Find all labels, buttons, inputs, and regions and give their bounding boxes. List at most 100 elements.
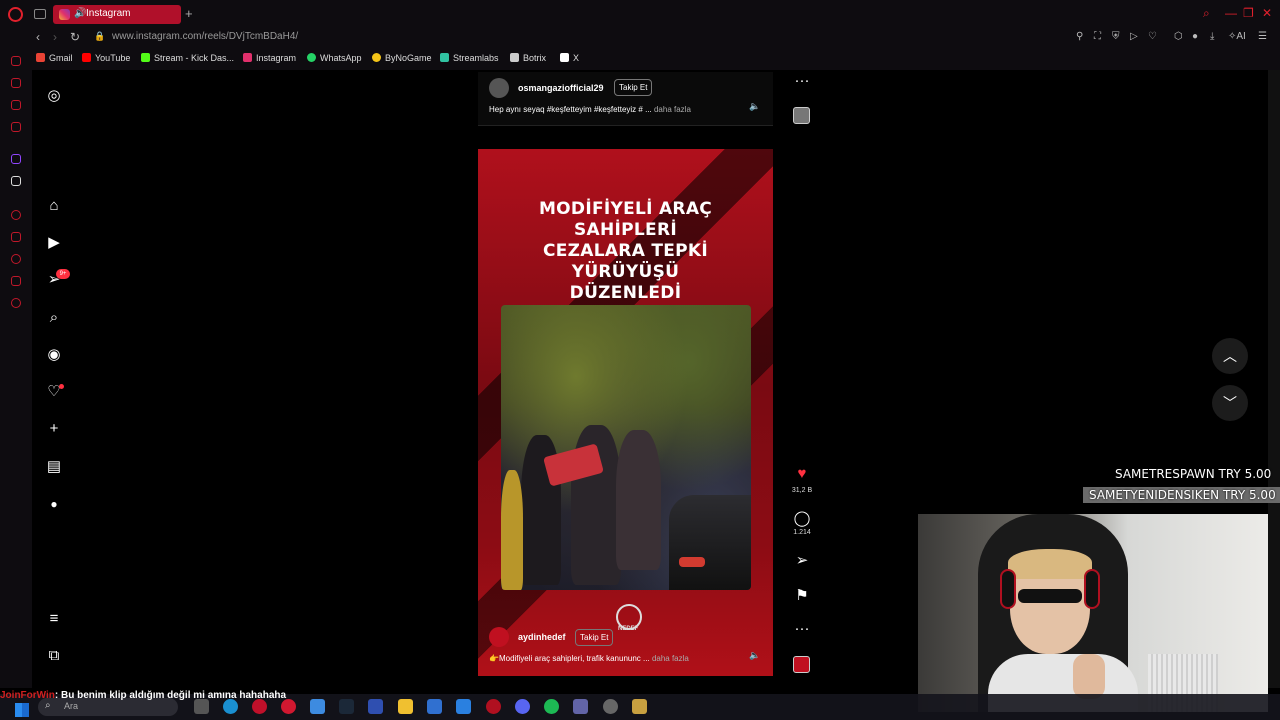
store-icon[interactable] xyxy=(427,699,442,714)
bookmark-instagram[interactable]: Instagram xyxy=(243,53,296,63)
start-menu-icon[interactable] xyxy=(15,703,29,717)
url-field[interactable]: www.instagram.com/reels/DVjTcmBDaH4/ xyxy=(112,31,298,42)
instagram-logo-icon[interactable]: ◎ xyxy=(46,88,62,104)
download-icon[interactable]: ⤓ xyxy=(1210,31,1214,42)
x-sidebar-icon[interactable] xyxy=(11,176,21,186)
bookmark-gmail[interactable]: Gmail xyxy=(36,53,73,63)
app-icon[interactable] xyxy=(368,699,383,714)
sunglasses xyxy=(1018,589,1082,603)
previous-reel-button[interactable]: ︿ xyxy=(1212,338,1248,374)
discord-icon[interactable] xyxy=(515,699,530,714)
hand xyxy=(1073,654,1105,699)
avatar[interactable] xyxy=(489,627,509,647)
extensions-icon[interactable]: ⬡ xyxy=(1174,31,1183,42)
search-tabs-icon[interactable]: ⌕ xyxy=(1203,6,1210,21)
back-icon[interactable]: ‹ xyxy=(36,30,40,44)
username[interactable]: osmangaziofficial29 xyxy=(518,83,604,93)
share-icon[interactable]: ➢ xyxy=(793,551,811,569)
file-explorer-icon[interactable] xyxy=(398,699,413,714)
sidebar-app-icon[interactable] xyxy=(11,210,21,220)
bookmark-kick[interactable]: Stream - Kick Das... xyxy=(141,53,234,63)
follow-button[interactable]: Takip Et xyxy=(614,79,653,96)
ai-icon[interactable]: ✧AI xyxy=(1228,31,1246,42)
profile-icon[interactable]: ● xyxy=(1192,31,1198,42)
teams-icon[interactable] xyxy=(573,699,588,714)
opera-icon[interactable] xyxy=(281,699,296,714)
forward-icon[interactable]: › xyxy=(53,30,57,44)
bookmark-streamlabs[interactable]: Streamlabs xyxy=(440,53,499,63)
new-tab-icon[interactable]: + xyxy=(185,6,193,21)
task-view-icon[interactable] xyxy=(194,699,209,714)
sidebar-app-icon[interactable] xyxy=(11,56,21,66)
shield-icon[interactable]: ⛨ xyxy=(1112,31,1120,42)
more-link[interactable]: daha fazla xyxy=(654,105,691,114)
play-icon[interactable]: ▷ xyxy=(1130,31,1138,42)
spotify-icon[interactable] xyxy=(544,699,559,714)
follow-button[interactable]: Takip Et xyxy=(575,629,614,646)
tab-islands-icon[interactable] xyxy=(34,9,46,19)
audio-thumbnail[interactable] xyxy=(793,656,810,673)
more-options-icon[interactable]: ··· xyxy=(793,620,811,637)
bookmark-youtube[interactable]: YouTube xyxy=(82,53,130,63)
home-icon[interactable]: ⌂ xyxy=(46,198,62,214)
save-bookmark-icon[interactable]: ⚑ xyxy=(793,586,811,604)
sidebar-app-icon[interactable] xyxy=(11,100,21,110)
sidebar-app-icon[interactable] xyxy=(11,232,21,242)
app-icon[interactable] xyxy=(456,699,471,714)
history-icon[interactable] xyxy=(11,254,21,264)
more-menu-icon[interactable]: ≡ xyxy=(46,611,62,627)
app-icon[interactable] xyxy=(486,699,501,714)
bookmark-x[interactable]: X xyxy=(560,53,579,63)
reel-video[interactable]: MODİFİYELİ ARAÇ SAHİPLERİ CEZALARA TEPKİ… xyxy=(478,149,773,676)
minimize-icon[interactable]: — xyxy=(1225,6,1237,20)
instagram-nav xyxy=(32,70,76,688)
heart-icon[interactable]: ♡ xyxy=(1148,31,1157,42)
dashboard-icon[interactable]: ▤ xyxy=(46,459,62,475)
comment-icon[interactable]: ◯ xyxy=(793,509,811,527)
bookmark-bynogame[interactable]: ByNoGame xyxy=(372,53,432,63)
username[interactable]: aydinhedef xyxy=(518,632,566,642)
explore-icon[interactable]: ◉ xyxy=(46,347,62,363)
sidebar-app-icon[interactable] xyxy=(11,78,21,88)
snapshot-icon[interactable]: ⛶ xyxy=(1094,31,1101,42)
bookmark-whatsapp[interactable]: WhatsApp xyxy=(307,53,362,63)
scrollbar[interactable] xyxy=(1268,70,1280,688)
reels-icon[interactable]: ▶ xyxy=(46,235,62,251)
opera-logo-icon[interactable] xyxy=(8,7,23,22)
pin-icon[interactable]: ⚲ xyxy=(1076,31,1083,42)
mute-icon[interactable]: 🔈 xyxy=(749,101,760,112)
mute-icon[interactable]: 🔈 xyxy=(749,650,760,661)
steam-icon[interactable] xyxy=(339,699,354,714)
opera-sidebar xyxy=(0,48,32,688)
tab-instagram[interactable]: 🔊 Instagram xyxy=(53,5,181,24)
crowd xyxy=(616,430,661,570)
edge-icon[interactable] xyxy=(223,699,238,714)
settings-icon[interactable] xyxy=(11,298,21,308)
previous-reel[interactable]: osmangaziofficial29 Takip Et Hep aynı se… xyxy=(478,72,773,126)
webcam-feed xyxy=(918,514,1268,712)
search-placeholder: Ara xyxy=(64,701,79,711)
sidebar-app-icon[interactable] xyxy=(11,122,21,132)
audio-thumbnail[interactable] xyxy=(793,107,810,124)
like-heart-icon[interactable]: ♥ xyxy=(793,465,811,482)
league-icon[interactable] xyxy=(632,699,647,714)
restore-icon[interactable]: ❐ xyxy=(1243,6,1254,20)
search-icon[interactable]: ⌕ xyxy=(46,310,62,326)
sidebar-app-icon[interactable] xyxy=(11,276,21,286)
obs-icon[interactable] xyxy=(603,699,618,714)
app-icon[interactable] xyxy=(310,699,325,714)
avatar[interactable] xyxy=(489,78,509,98)
menu-icon[interactable]: ☰ xyxy=(1258,31,1267,42)
more-options-icon[interactable]: ··· xyxy=(793,72,811,89)
opera-gx-icon[interactable] xyxy=(252,699,267,714)
create-icon[interactable]: + xyxy=(46,421,62,437)
bookmark-botrix[interactable]: Botrix xyxy=(510,53,546,63)
next-reel-button[interactable]: ﹀ xyxy=(1212,385,1248,421)
reload-icon[interactable]: ↻ xyxy=(70,30,80,44)
profile-avatar-icon[interactable]: ● xyxy=(46,496,62,512)
more-link[interactable]: daha fazla xyxy=(652,654,689,663)
twitch-icon[interactable] xyxy=(11,154,21,164)
speaker-icon[interactable]: 🔊 xyxy=(74,8,86,19)
also-from-meta-icon[interactable]: ⧉ xyxy=(46,648,62,664)
close-icon[interactable]: ✕ xyxy=(1262,6,1272,20)
